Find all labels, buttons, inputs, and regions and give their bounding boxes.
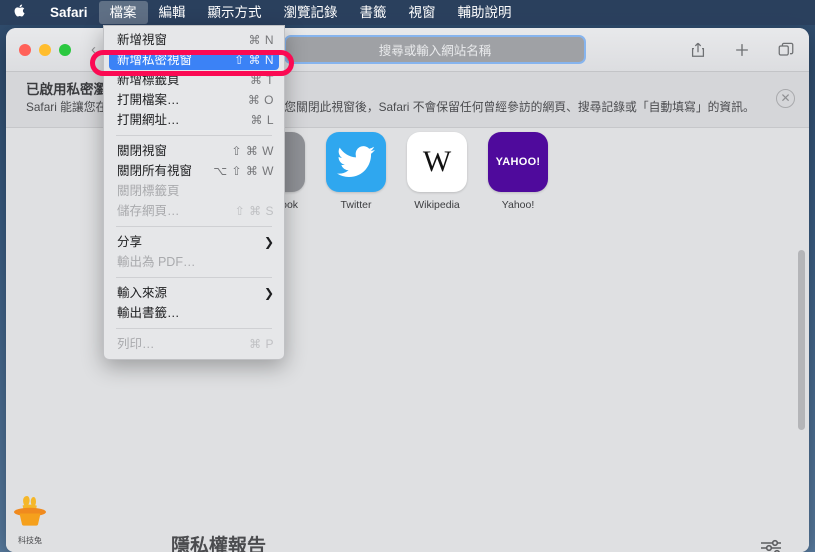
- menu-separator: [116, 135, 272, 136]
- menu-item-window[interactable]: 視窗: [398, 1, 447, 24]
- file-menu-item-label: 打開檔案…: [117, 93, 180, 107]
- file-menu-item[interactable]: 打開檔案… ⌘ O: [104, 90, 284, 110]
- desktop-app-shortcut[interactable]: 科技兔: [9, 493, 51, 546]
- file-menu-item-shortcut: ⇧ ⌘ W: [231, 144, 274, 158]
- file-menu-item: 儲存網頁… ⇧ ⌘ S: [104, 201, 284, 221]
- file-menu-item[interactable]: 新增標籤頁 ⌘ T: [104, 70, 284, 90]
- menu-item-help[interactable]: 輔助說明: [447, 1, 523, 24]
- file-menu-item-shortcut: ⌘ T: [250, 73, 274, 87]
- file-menu-item[interactable]: 新增視窗 ⌘ N: [104, 30, 284, 50]
- privacy-report-title: 隱私權報告: [171, 536, 267, 552]
- file-menu-item-shortcut: ⌘ N: [248, 33, 274, 47]
- file-menu-item[interactable]: 關閉所有視窗 ⌥ ⇧ ⌘ W: [104, 161, 284, 181]
- file-menu-item[interactable]: 輸入來源 ❯: [104, 283, 284, 303]
- wikipedia-glyph: W: [422, 145, 452, 178]
- file-menu-item-label: 分享: [117, 235, 143, 249]
- screen: ‹ › 搜尋或輸入網站名稱: [0, 0, 815, 552]
- tab-overview-icon[interactable]: [777, 41, 795, 59]
- back-icon[interactable]: ‹: [91, 41, 96, 58]
- desktop-app-label: 科技兔: [18, 536, 42, 545]
- address-bar-placeholder: 搜尋或輸入網站名稱: [378, 44, 492, 58]
- menu-separator: [116, 226, 272, 227]
- apple-logo-icon[interactable]: [14, 3, 39, 23]
- chevron-right-icon: ❯: [263, 286, 274, 300]
- menu-item-safari[interactable]: Safari: [39, 1, 99, 24]
- favorite-label: Twitter: [340, 199, 372, 211]
- file-menu-item-shortcut: ⇧ ⌘ S: [234, 204, 274, 218]
- menu-separator: [116, 277, 272, 278]
- file-menu-item-label: 新增私密視窗: [117, 53, 193, 67]
- menu-item-edit[interactable]: 編輯: [148, 1, 197, 24]
- favorite-label: Wikipedia: [414, 199, 460, 211]
- wikipedia-icon: W: [407, 132, 467, 192]
- file-menu-item[interactable]: 分享 ❯: [104, 232, 284, 252]
- file-menu-item-label: 關閉標籤頁: [117, 184, 180, 198]
- file-menu-item-label: 輸入來源: [117, 286, 168, 300]
- file-menu-item-label: 關閉所有視窗: [117, 164, 193, 178]
- menu-item-bookmarks[interactable]: 書籤: [349, 1, 398, 24]
- chevron-right-icon: ❯: [263, 235, 274, 249]
- menu-item-file[interactable]: 檔案: [98, 1, 148, 24]
- menu-item-view[interactable]: 顯示方式: [197, 1, 273, 24]
- file-menu-item: 關閉標籤頁: [104, 181, 284, 201]
- file-menu-item[interactable]: 關閉視窗 ⇧ ⌘ W: [104, 141, 284, 161]
- yahoo-glyph: YAHOO!: [495, 156, 541, 168]
- file-menu-item-label: 關閉視窗: [117, 144, 168, 158]
- favorite-label: Yahoo!: [501, 199, 535, 211]
- share-icon[interactable]: [689, 41, 707, 59]
- file-menu-item-label: 打開網址…: [117, 113, 180, 127]
- file-menu-item-label: 新增視窗: [117, 33, 168, 47]
- file-menu-item[interactable]: 打開網址… ⌘ L: [104, 110, 284, 130]
- twitter-bird-icon: [326, 132, 386, 192]
- menu-item-history[interactable]: 瀏覽記錄: [273, 1, 349, 24]
- vertical-scrollbar[interactable]: [798, 250, 805, 430]
- favorite-tile-twitter[interactable]: Twitter: [326, 132, 386, 211]
- file-menu-item-label: 儲存網頁…: [117, 204, 180, 218]
- menu-separator: [116, 328, 272, 329]
- magic-hat-rabbit-icon: [14, 496, 46, 526]
- file-menu-item-label: 輸出書籤…: [117, 306, 180, 320]
- favorite-tile-wikipedia[interactable]: W Wikipedia: [407, 132, 467, 211]
- file-menu-item[interactable]: 新增私密視窗 ⇧ ⌘ N: [109, 50, 279, 70]
- file-menu-item-shortcut: ⇧ ⌘ N: [234, 53, 274, 67]
- file-menu-item-shortcut: ⌘ O: [247, 93, 274, 107]
- plus-icon[interactable]: [733, 41, 751, 59]
- window-controls[interactable]: [6, 43, 71, 56]
- close-window-button[interactable]: [19, 43, 31, 56]
- file-menu-item-shortcut: ⌘ L: [250, 113, 274, 127]
- address-bar[interactable]: 搜尋或輸入網站名稱: [284, 35, 586, 64]
- yahoo-icon: YAHOO!: [488, 132, 548, 192]
- favorite-tile-yahoo[interactable]: YAHOO! Yahoo!: [488, 132, 548, 211]
- minimize-window-button[interactable]: [39, 43, 51, 56]
- close-circle-icon[interactable]: ✕: [776, 89, 795, 108]
- menu-bar: Safari 檔案 編輯 顯示方式 瀏覽記錄 書籤 視窗 輔助說明: [0, 0, 815, 25]
- file-menu-item[interactable]: 輸出書籤…: [104, 303, 284, 323]
- file-dropdown-menu: 新增視窗 ⌘ N 新增私密視窗 ⇧ ⌘ N 新增標籤頁 ⌘ T 打開檔案… ⌘ O 打開網址… ⌘…: [103, 25, 285, 360]
- file-menu-item: 輸出為 PDF…: [104, 252, 284, 272]
- sliders-icon[interactable]: [758, 536, 784, 552]
- file-menu-item-shortcut: ⌘ P: [249, 337, 274, 351]
- file-menu-item-label: 列印…: [117, 337, 155, 351]
- zoom-window-button[interactable]: [59, 43, 71, 56]
- file-menu-item-label: 輸出為 PDF…: [117, 255, 196, 269]
- file-menu-item-label: 新增標籤頁: [117, 73, 180, 87]
- toolbar-right-buttons: [689, 28, 795, 72]
- file-menu-item-shortcut: ⌥ ⇧ ⌘ W: [213, 164, 274, 178]
- file-menu-item: 列印… ⌘ P: [104, 334, 284, 354]
